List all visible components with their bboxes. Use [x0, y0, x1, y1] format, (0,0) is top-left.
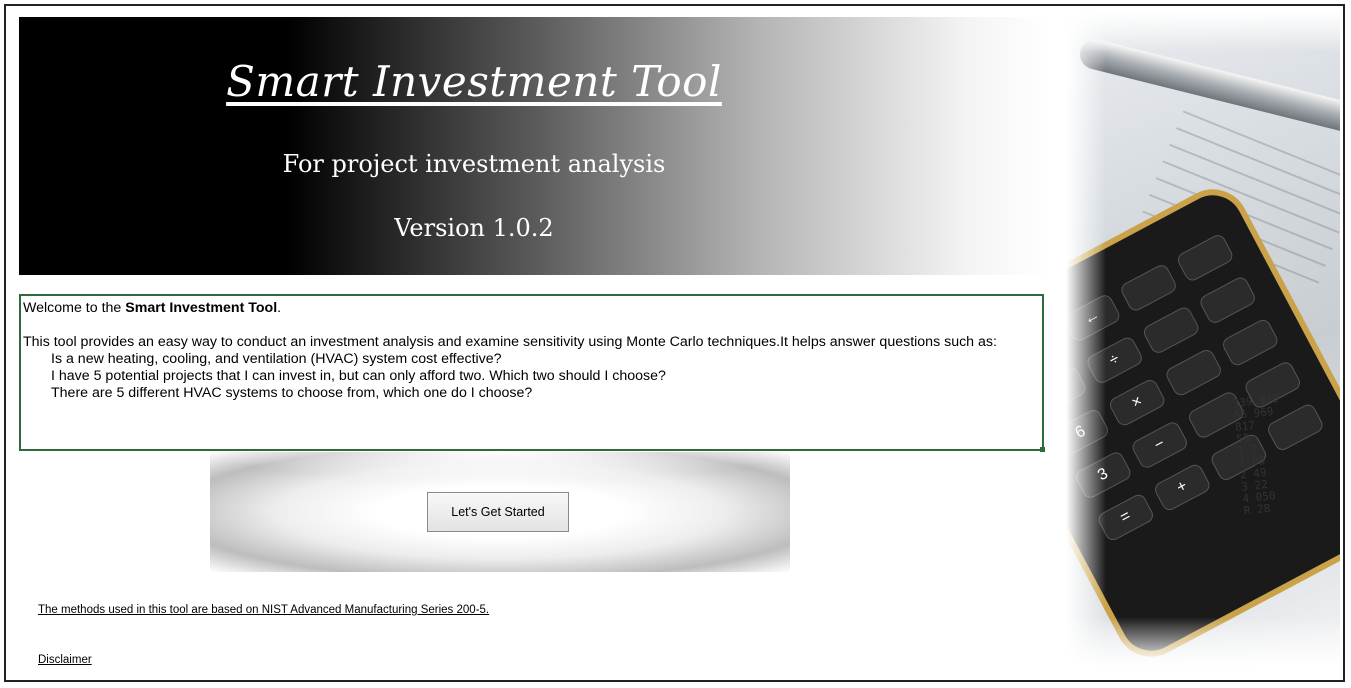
- photo-fade: [1066, 12, 1340, 52]
- welcome-prefix: Welcome to the: [23, 300, 126, 316]
- calculator-key: [1197, 274, 1258, 326]
- calculator-photo: EXIT←9÷6×3−=+ 339 97056 969817581 21 852…: [1066, 12, 1340, 667]
- question-item: Is a new heating, cooling, and ventilati…: [51, 351, 502, 367]
- calculator-key: [1118, 262, 1179, 314]
- welcome-suffix: .: [277, 300, 282, 316]
- calculator-key: [1220, 317, 1281, 369]
- app-version: Version 1.0.2: [394, 214, 554, 242]
- methods-link[interactable]: The methods used in this tool are based …: [38, 604, 489, 616]
- question-item: I have 5 potential projects that I can i…: [51, 368, 666, 384]
- title-banner: Smart Investment Tool For project invest…: [19, 17, 1049, 275]
- paper-numbers: 339 970 56 969 817 58 1 21 85 2 49 3 22 4 050 R …: [1232, 387, 1340, 517]
- welcome-textbox[interactable]: Welcome to the Smart Investment Tool. Th…: [19, 294, 1045, 452]
- calculator-key: [1141, 304, 1202, 356]
- app-subtitle: For project investment analysis: [282, 150, 666, 178]
- calculator-key: [1163, 347, 1224, 399]
- question-item: There are 5 different HVAC systems to ch…: [51, 385, 533, 401]
- calculator-key: −: [1129, 419, 1190, 471]
- photo-fade: [1066, 12, 1106, 667]
- app-title: Smart Investment Tool: [226, 57, 722, 106]
- calculator-key: +: [1152, 461, 1213, 513]
- calculator-key: [1175, 232, 1236, 284]
- disclaimer-link[interactable]: Disclaimer: [38, 654, 92, 666]
- calculator-key: ×: [1107, 377, 1168, 429]
- welcome-tool-name: Smart Investment Tool: [125, 300, 278, 316]
- welcome-line: Welcome to the Smart Investment Tool.: [23, 300, 1040, 317]
- get-started-button[interactable]: Let's Get Started: [427, 492, 569, 532]
- resize-handle[interactable]: [1040, 447, 1045, 452]
- welcome-description: This tool provides an easy way to conduc…: [23, 334, 997, 350]
- photo-fade: [1066, 617, 1340, 667]
